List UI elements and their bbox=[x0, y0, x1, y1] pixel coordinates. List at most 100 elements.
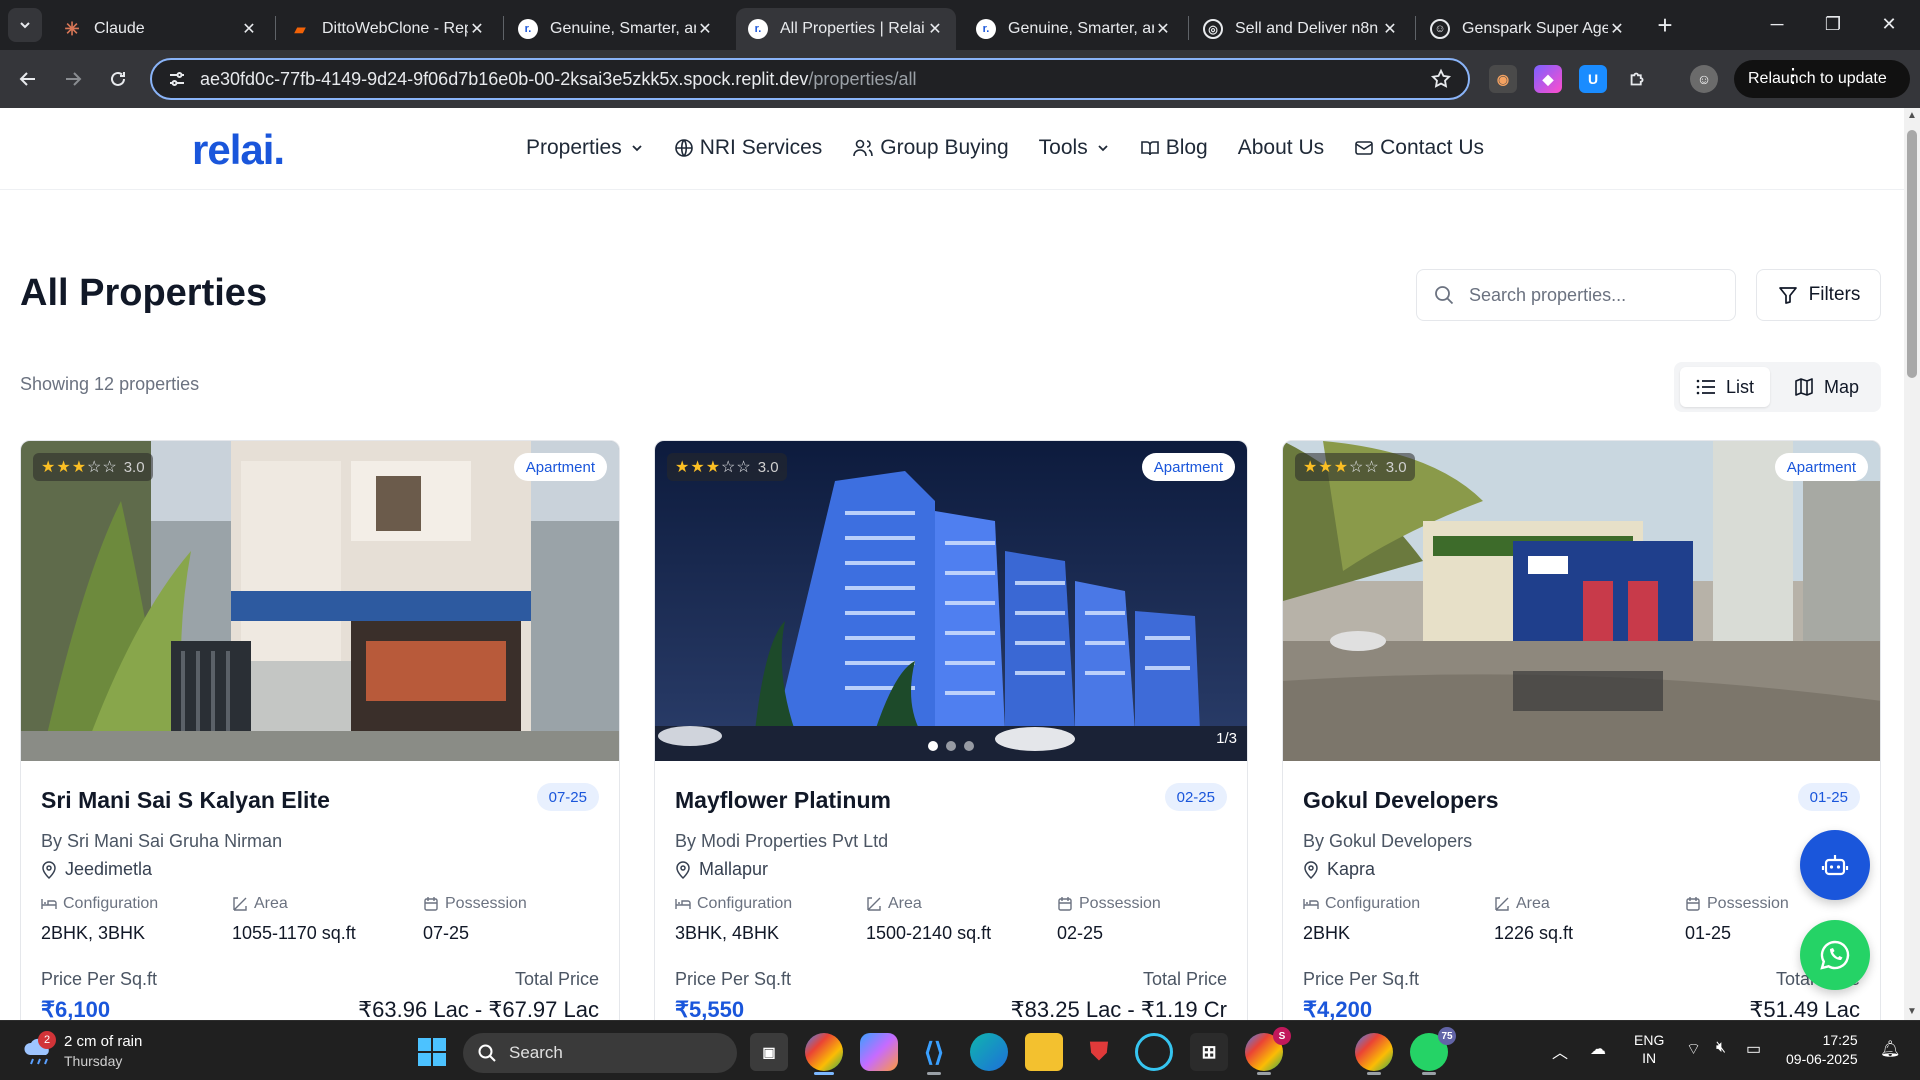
area-value: 1500-2140 sq.ft bbox=[866, 923, 992, 943]
browser-tab[interactable]: r. Genuine, Smarter, an ✕ bbox=[964, 8, 1184, 50]
nav-tools[interactable]: Tools bbox=[1039, 136, 1110, 160]
edge-icon[interactable] bbox=[970, 1033, 1008, 1071]
chrome-icon[interactable] bbox=[805, 1033, 843, 1075]
close-icon[interactable]: ✕ bbox=[1154, 19, 1172, 39]
system-clock[interactable]: 17:25 09-06-2025 bbox=[1786, 1031, 1858, 1069]
file-explorer-icon[interactable] bbox=[1025, 1033, 1063, 1071]
wifi-icon[interactable]: ⌔ bbox=[1686, 1039, 1701, 1059]
vscode-icon[interactable]: ⟨⟩ bbox=[915, 1033, 953, 1075]
extension-cookie-icon[interactable]: ◉ bbox=[1489, 65, 1517, 93]
browser-tab-strip: ✳ Claude ✕ ▰ DittoWebClone - Rep ✕ r. Ge… bbox=[0, 0, 1920, 50]
map-view-button[interactable]: Map bbox=[1778, 367, 1875, 407]
property-card[interactable]: ★★★☆☆ 3.0 Apartment Gokul Developers 01-… bbox=[1282, 440, 1881, 1020]
new-tab-button[interactable]: + bbox=[1650, 10, 1680, 40]
property-card[interactable]: ★★★☆☆ 3.0 Apartment Sri Mani Sai S Kalya… bbox=[20, 440, 620, 1020]
scrollbar-thumb[interactable] bbox=[1907, 130, 1917, 378]
relaunch-to-update-button[interactable]: Relaunch to update ⋮ bbox=[1734, 60, 1910, 98]
carousel-dot[interactable] bbox=[928, 741, 938, 751]
location-text: Kapra bbox=[1327, 859, 1376, 879]
close-icon[interactable]: ✕ bbox=[240, 19, 258, 39]
nav-nri-services[interactable]: NRI Services bbox=[674, 136, 822, 160]
browser-tab[interactable]: ☺ Genspark Super Agen ✕ bbox=[1418, 8, 1638, 50]
filters-button[interactable]: Filters bbox=[1756, 269, 1881, 321]
whatsapp-button[interactable] bbox=[1800, 920, 1870, 990]
property-image[interactable]: ★★★☆☆ 3.0 Apartment bbox=[21, 441, 619, 761]
tab-divider bbox=[503, 16, 504, 40]
language-indicator[interactable]: ENG IN bbox=[1634, 1031, 1664, 1067]
nav-blog[interactable]: Blog bbox=[1140, 136, 1208, 160]
reload-button[interactable] bbox=[100, 61, 136, 97]
whatsapp-app-icon[interactable]: 75 bbox=[1410, 1027, 1456, 1075]
task-view-icon[interactable]: ▣ bbox=[750, 1033, 788, 1071]
copilot-icon[interactable] bbox=[860, 1033, 898, 1071]
property-name[interactable]: Sri Mani Sai S Kalyan Elite bbox=[41, 787, 330, 814]
site-logo[interactable]: relai. bbox=[192, 126, 285, 174]
tray-chevron-icon[interactable]: ︿ bbox=[1552, 1039, 1568, 1063]
browser-tab[interactable]: ✳ Claude ✕ bbox=[50, 8, 270, 50]
back-button[interactable] bbox=[10, 61, 46, 97]
close-window-button[interactable]: ✕ bbox=[1864, 8, 1914, 40]
cortana-icon[interactable] bbox=[1135, 1033, 1173, 1071]
mcafee-icon[interactable]: ⛊ bbox=[1080, 1033, 1118, 1071]
property-image[interactable]: ★★★☆☆ 3.0 Apartment bbox=[1283, 441, 1880, 761]
battery-icon[interactable]: ▭ bbox=[1746, 1039, 1761, 1059]
nav-about-us[interactable]: About Us bbox=[1238, 136, 1324, 160]
property-card[interactable]: ★★★☆☆ 3.0 Apartment 1/3 Mayflower Platin… bbox=[654, 440, 1248, 1020]
bookmark-star-icon[interactable] bbox=[1430, 68, 1452, 90]
property-name[interactable]: Mayflower Platinum bbox=[675, 787, 891, 814]
store-icon[interactable]: ⊞ bbox=[1190, 1033, 1228, 1071]
onedrive-icon[interactable]: ☁ bbox=[1590, 1039, 1606, 1059]
extensions-puzzle-icon[interactable] bbox=[1624, 65, 1652, 93]
browser-tab-active[interactable]: r. All Properties | Relai ✕ bbox=[736, 8, 956, 50]
browser-tab[interactable]: ◎ Sell and Deliver n8n ✕ bbox=[1191, 8, 1411, 50]
property-image[interactable]: ★★★☆☆ 3.0 Apartment 1/3 bbox=[655, 441, 1247, 761]
extension-brain-icon[interactable]: ◆ bbox=[1534, 65, 1562, 93]
list-view-button[interactable]: List bbox=[1680, 367, 1771, 407]
chatbot-button[interactable] bbox=[1800, 830, 1870, 900]
chrome-alt-profile-icon[interactable] bbox=[1355, 1033, 1393, 1075]
address-bar[interactable]: ae30fd0c-77fb-4149-9d24-9f06d7b16e0b-00-… bbox=[150, 58, 1470, 100]
browser-tab[interactable]: r. Genuine, Smarter, an ✕ bbox=[506, 8, 726, 50]
nav-group-buying[interactable]: Group Buying bbox=[852, 136, 1009, 160]
nav-contact-us[interactable]: Contact Us bbox=[1354, 136, 1484, 160]
price-per-sqft-label: Price Per Sq.ft bbox=[675, 969, 792, 989]
calendar-icon bbox=[424, 897, 438, 911]
url-text[interactable]: ae30fd0c-77fb-4149-9d24-9f06d7b16e0b-00-… bbox=[200, 69, 1430, 90]
close-icon[interactable]: ✕ bbox=[926, 19, 944, 39]
search-input[interactable] bbox=[1469, 284, 1709, 306]
notification-bell-icon[interactable]: 🔔︎ bbox=[1880, 1039, 1900, 1059]
carousel-dots[interactable] bbox=[924, 741, 978, 751]
date-badge: 07-25 bbox=[536, 783, 599, 811]
carousel-dot[interactable] bbox=[964, 741, 974, 751]
scroll-up-arrow-icon[interactable]: ▲ bbox=[1907, 111, 1917, 121]
site-info-icon[interactable] bbox=[166, 69, 188, 89]
weather-widget[interactable]: 2 2 cm of rain Thursday bbox=[22, 1031, 172, 1073]
calendar-icon bbox=[1058, 897, 1072, 911]
property-location: Kapra bbox=[1303, 859, 1375, 880]
spec-area: Area 1055-1170 sq.ft bbox=[232, 895, 422, 944]
scroll-down-arrow-icon[interactable]: ▼ bbox=[1907, 1007, 1917, 1017]
nav-properties[interactable]: Properties bbox=[526, 136, 644, 160]
page-scrollbar[interactable]: ▲ ▼ bbox=[1904, 108, 1920, 1020]
minimize-button[interactable]: ─ bbox=[1752, 8, 1802, 40]
close-icon[interactable]: ✕ bbox=[1608, 19, 1626, 39]
property-name[interactable]: Gokul Developers bbox=[1303, 787, 1499, 814]
forward-button[interactable] bbox=[55, 61, 91, 97]
close-icon[interactable]: ✕ bbox=[1381, 19, 1399, 39]
star-rating-icon: ★★★☆☆ bbox=[41, 459, 118, 476]
carousel-dot[interactable] bbox=[946, 741, 956, 751]
browser-tab[interactable]: ▰ DittoWebClone - Rep ✕ bbox=[278, 8, 498, 50]
search-box[interactable] bbox=[1416, 269, 1736, 321]
configuration-value: 2BHK bbox=[1303, 923, 1351, 943]
extension-u-icon[interactable]: U bbox=[1579, 65, 1607, 93]
restore-button[interactable]: ❐ bbox=[1808, 8, 1858, 40]
windows-start-button[interactable] bbox=[413, 1033, 451, 1071]
tab-search-button[interactable] bbox=[8, 8, 42, 42]
speaker-muted-icon[interactable]: 🔇︎ bbox=[1716, 1039, 1726, 1057]
taskbar-search[interactable]: Search bbox=[463, 1033, 737, 1073]
chrome-profile-icon[interactable]: S bbox=[1245, 1027, 1291, 1075]
close-icon[interactable]: ✕ bbox=[468, 19, 486, 39]
profile-avatar-icon[interactable]: ☺ bbox=[1690, 65, 1718, 93]
menu-dots-icon[interactable]: ⋮ bbox=[1783, 63, 1861, 88]
close-icon[interactable]: ✕ bbox=[696, 19, 714, 39]
